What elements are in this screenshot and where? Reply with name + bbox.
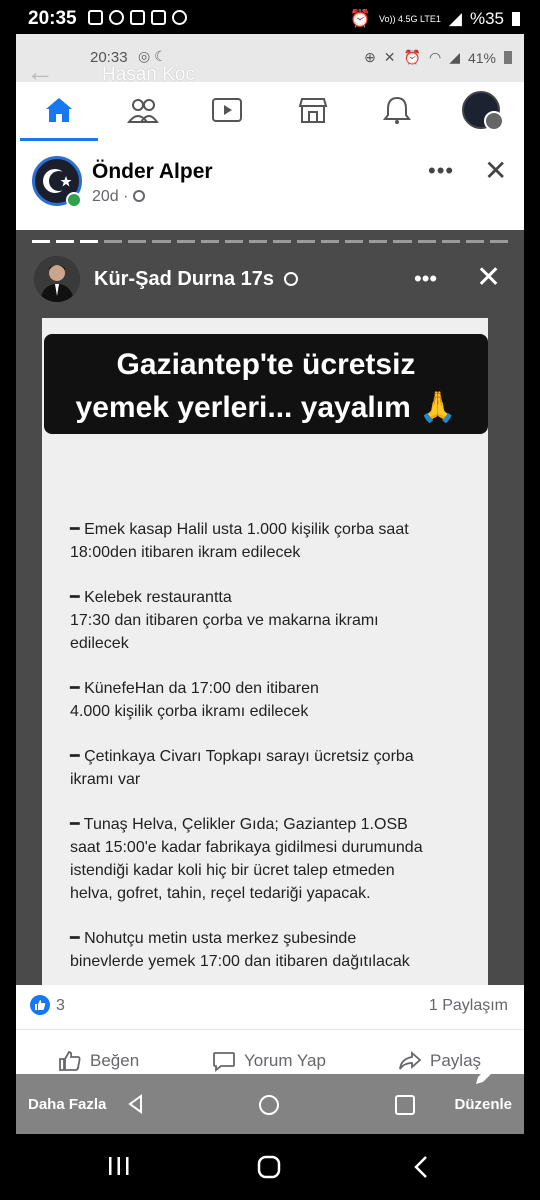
nav-back-icon[interactable] (126, 1094, 146, 1114)
like-button[interactable]: Beğen (58, 1050, 139, 1072)
home-button-icon[interactable] (256, 1154, 282, 1180)
outer-status-bar: 20:35 ⏰ Vo)) 4.5G LTE1 ◢ %35 (0, 0, 540, 38)
list-item: ━ Emek kasap Halil usta 1.000 kişilik ço… (70, 521, 409, 561)
alarm-icon: ⏰ (403, 49, 421, 65)
list-item: ━ Çetinkaya Civarı Topkapı sarayı ücrets… (70, 748, 414, 788)
outer-clock: 20:35 (28, 8, 77, 29)
more-options-button[interactable]: ••• (428, 158, 454, 184)
notification-icons (88, 10, 187, 25)
nav-recents-icon[interactable] (394, 1094, 416, 1116)
like-label: Beğen (90, 1051, 140, 1070)
facebook-tab-bar (16, 82, 524, 143)
comment-icon (213, 1052, 235, 1072)
share-count[interactable]: 1 Paylaşım (429, 997, 508, 1015)
battery-icon (512, 12, 520, 26)
nav-home-icon[interactable] (258, 1094, 280, 1116)
sync-icon: ⊕ (364, 49, 376, 65)
story-card[interactable]: Kür-Şad Durna 17s ••• ✕ Gaziantep'te ücr… (16, 230, 524, 985)
story-close-button[interactable]: ✕ (476, 260, 501, 295)
like-count[interactable]: 3 (56, 997, 65, 1015)
image-notification-icon (151, 10, 166, 25)
post-header: Önder Alper 20d · ••• ✕ (16, 142, 524, 230)
story-progress-bar (32, 240, 508, 243)
tab-friends[interactable] (118, 90, 168, 130)
tab-home[interactable] (34, 90, 84, 130)
battery-text: %35 (469, 9, 504, 28)
globe-icon (132, 190, 145, 202)
free-food-list: ━ Emek kasap Halil usta 1.000 kişilik ço… (70, 518, 480, 995)
whatsapp-icon: ◎ ☾ (138, 48, 167, 64)
recent-apps-icon[interactable] (106, 1154, 132, 1178)
headline-line1: Gaziantep'te ücretsiz (116, 348, 416, 381)
tab-watch[interactable] (202, 90, 252, 130)
inner-status-bar: 20:33 ◎ ☾ ⊕ ✕ ⏰ ◠ ◢ 41% ← Hasan Koç (16, 34, 524, 87)
pencil-icon[interactable] (472, 1062, 498, 1088)
thumbs-up-icon (59, 1051, 81, 1071)
person-photo-icon (34, 256, 80, 302)
list-item: ━ Kelebek restaurantta 17:30 dan itibare… (70, 589, 379, 652)
tab-notifications[interactable] (372, 90, 422, 130)
video-icon (212, 98, 242, 122)
wifi-icon: ◠ (428, 49, 442, 65)
chrome-notification-icon (109, 10, 124, 25)
comment-label: Yorum Yap (244, 1051, 326, 1070)
story-author-avatar[interactable] (34, 256, 80, 302)
story-author-name: Kür-Şad Durna 17s (94, 268, 298, 291)
messenger-notification-icon (172, 10, 187, 25)
profile-menu-icon (462, 91, 504, 131)
store-icon (298, 98, 328, 123)
comment-button[interactable]: Yorum Yap (212, 1050, 326, 1072)
share-button[interactable]: Paylaş (398, 1050, 481, 1072)
list-item: ━ Nohutçu metin usta merkez şubesinde bi… (70, 930, 410, 970)
story-more-button[interactable]: ••• (414, 266, 437, 292)
signal-icon: ◢ (448, 9, 462, 28)
headline-banner: Gaziantep'te ücretsiz yemek yerleri... y… (44, 334, 488, 434)
gallery-notification-icon (130, 10, 145, 25)
back-button-icon[interactable] (410, 1154, 432, 1180)
shared-screenshot: 20:33 ◎ ☾ ⊕ ✕ ⏰ ◠ ◢ 41% ← Hasan Koç Önde… (16, 34, 524, 1134)
system-navigation-bar (0, 1134, 540, 1200)
outer-status-right: ⏰ Vo)) 4.5G LTE1 ◢ %35 (350, 9, 520, 29)
online-status-dot (66, 192, 82, 208)
edit-button[interactable]: Düzenle (454, 1096, 512, 1113)
alarm-icon: ⏰ (349, 9, 372, 28)
close-button[interactable]: ✕ (484, 154, 507, 187)
tab-menu[interactable] (456, 90, 506, 131)
like-reaction-icon (30, 995, 50, 1015)
inner-navigation-overlay: Daha Fazla Düzenle (16, 1065, 524, 1134)
network-label: Vo)) 4.5G LTE1 (379, 13, 441, 24)
friends-icon (127, 99, 159, 123)
reaction-summary: 3 1 Paylaşım (16, 985, 524, 1030)
story-author-text: Kür-Şad Durna 17s (94, 268, 275, 290)
more-button[interactable]: Daha Fazla (28, 1096, 106, 1113)
headline-line2: yemek yerleri... yayalım 🙏 (75, 391, 457, 424)
post-author-name[interactable]: Önder Alper (92, 160, 213, 184)
bell-icon (383, 96, 411, 124)
active-tab-indicator (20, 138, 98, 141)
share-icon (399, 1051, 422, 1070)
post-meta: 20d · (92, 188, 145, 206)
mute-icon: ✕ (383, 49, 396, 65)
globe-icon (283, 272, 298, 286)
home-icon (46, 98, 72, 122)
post-time: 20d · (92, 188, 129, 205)
list-item: ━ Tunaş Helva, Çelikler Gıda; Gaziantep … (70, 816, 423, 902)
inner-battery-text: 41% (467, 49, 496, 66)
signal-icon: ◢ (449, 49, 460, 65)
battery-icon (504, 51, 512, 64)
inner-status-right: ⊕ ✕ ⏰ ◠ ◢ 41% (364, 49, 512, 66)
list-item: ━ KünefeHan da 17:00 den itibaren 4.000 … (70, 680, 319, 720)
facebook-notification-icon (88, 10, 103, 25)
tab-marketplace[interactable] (288, 90, 338, 130)
